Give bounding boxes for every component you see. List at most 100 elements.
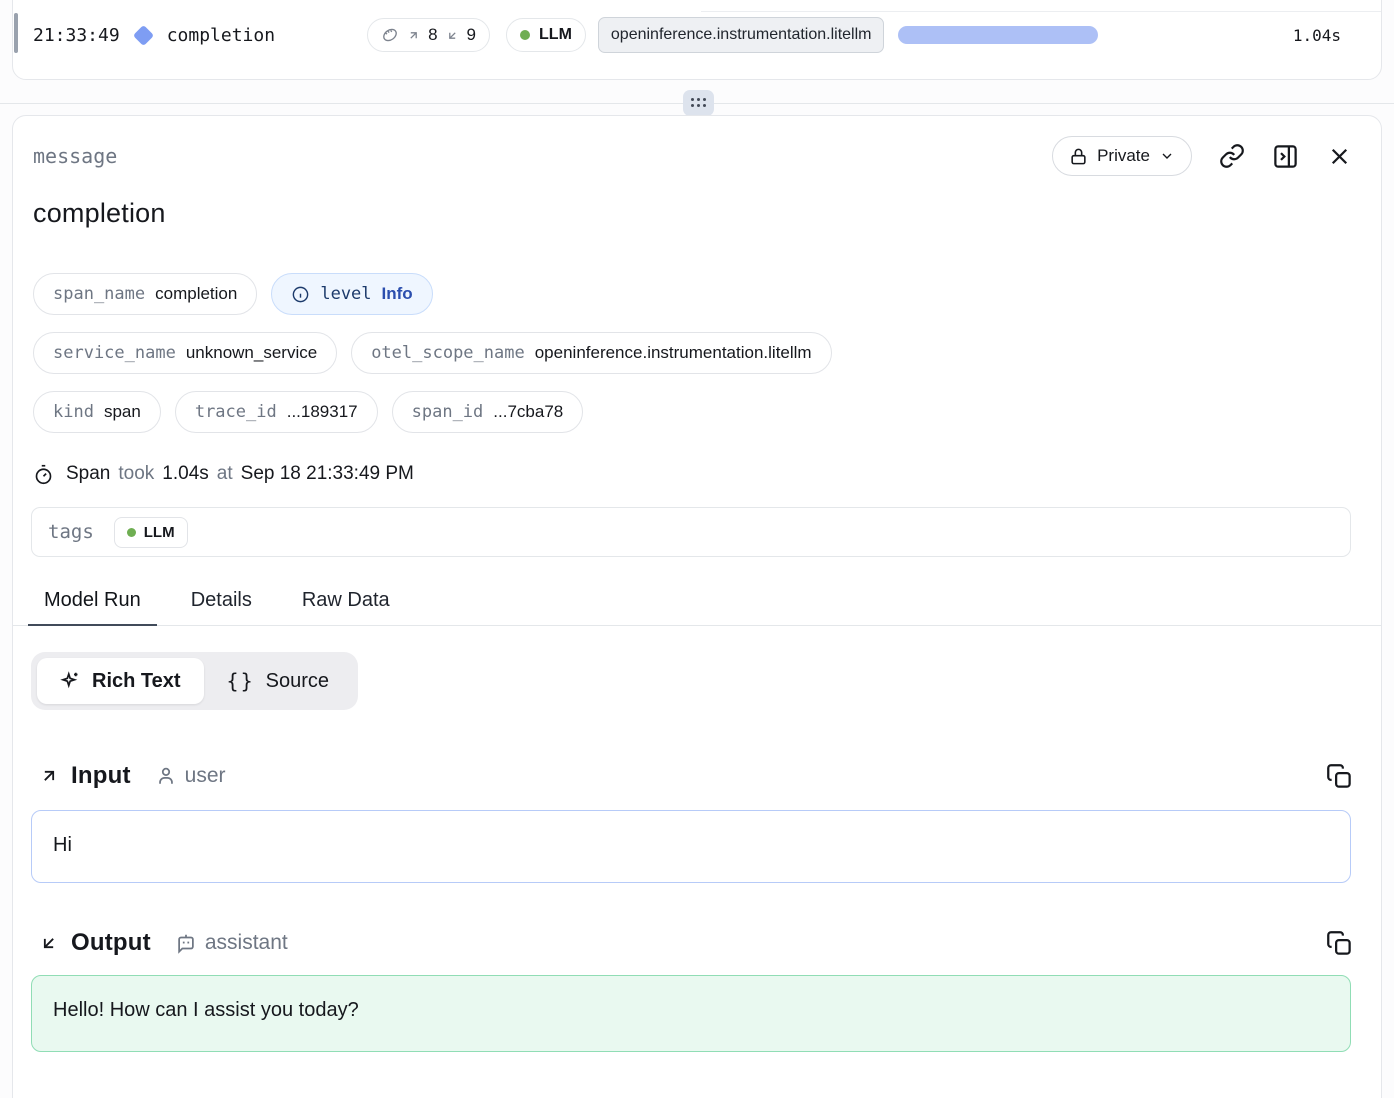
otel-scope-name-badge[interactable]: otel_scope_name openinference.instrument…: [351, 332, 831, 374]
input-content-box: Hi: [31, 810, 1351, 883]
input-section-header: Input user: [39, 760, 1353, 792]
tab-raw-data[interactable]: Raw Data: [286, 583, 406, 626]
badge-row-1: span_name completion level Info: [33, 273, 1381, 315]
copy-output-button[interactable]: [1326, 930, 1353, 957]
otel-scope-badge: openinference.instrumentation.litellm: [598, 17, 885, 53]
badge-key: span_name: [53, 284, 145, 304]
kind-badge[interactable]: kind span: [33, 391, 161, 433]
input-role-label: user: [185, 764, 226, 788]
span-id-badge[interactable]: span_id ...7cba78: [392, 391, 584, 433]
tags-label: tags: [48, 521, 94, 543]
copy-icon: [1326, 763, 1353, 790]
output-role: assistant: [175, 931, 288, 955]
panel-header: message Private: [33, 136, 1353, 176]
arrow-down-left-icon: [446, 29, 459, 42]
badge-key: kind: [53, 402, 94, 422]
trace-id-badge[interactable]: trace_id ...189317: [175, 391, 378, 433]
tag-dot-icon: [520, 30, 530, 40]
output-content: Hello! How can I assist you today?: [53, 999, 359, 1021]
output-content-box: Hello! How can I assist you today?: [31, 975, 1351, 1052]
chevron-down-icon: [1159, 148, 1175, 164]
tag-dot-icon: [127, 528, 136, 537]
badge-value: ...189317: [287, 402, 358, 422]
span-name-badge[interactable]: span_name completion: [33, 273, 257, 315]
badge-key: level: [320, 284, 371, 304]
tab-bar: Model Run Details Raw Data: [13, 583, 1381, 626]
tab-model-run[interactable]: Model Run: [28, 583, 157, 626]
copy-icon: [1326, 930, 1353, 957]
trace-view: 21:33:49 completion 8 9 LLM op: [0, 0, 1394, 1098]
copy-link-button[interactable]: [1219, 143, 1245, 169]
span-type-diamond-icon: [133, 24, 154, 45]
row-divider: [701, 11, 1381, 12]
span-timestamp: 21:33:49: [33, 25, 120, 46]
timing-span-word: Span: [66, 463, 110, 485]
input-role: user: [155, 764, 226, 788]
copy-input-button[interactable]: [1326, 763, 1353, 790]
tags-box[interactable]: tags LLM: [31, 507, 1351, 557]
badge-value: unknown_service: [186, 343, 317, 363]
list-scrollbar-thumb[interactable]: [14, 13, 18, 53]
span-row[interactable]: 21:33:49 completion 8 9 LLM op: [13, 13, 1381, 57]
lock-icon: [1069, 147, 1088, 166]
timer-icon: [33, 464, 54, 485]
level-badge[interactable]: level Info: [271, 273, 432, 315]
badge-key: service_name: [53, 343, 176, 363]
token-icon: [381, 26, 399, 44]
timing-duration: 1.04s: [162, 463, 208, 485]
view-mode-toggle: Rich Text {} Source: [31, 652, 358, 710]
info-icon: [291, 285, 310, 304]
span-type-label: message: [33, 144, 117, 168]
badge-row-3: kind span trace_id ...189317 span_id ...…: [33, 391, 1381, 433]
tag-chip-llm[interactable]: LLM: [114, 517, 188, 548]
panel-right-icon: [1272, 143, 1299, 170]
view-mode-label: Rich Text: [92, 670, 181, 693]
sparkles-icon: [60, 671, 81, 692]
arrow-down-left-icon: [39, 933, 59, 953]
user-icon: [155, 765, 177, 787]
badge-key: otel_scope_name: [371, 343, 525, 363]
arrow-up-right-icon: [407, 29, 420, 42]
span-detail-panel: message Private: [12, 115, 1382, 1098]
privacy-dropdown-button[interactable]: Private: [1052, 136, 1192, 176]
span-timing-line: Span took 1.04s at Sep 18 21:33:49 PM: [33, 463, 1381, 485]
input-heading: Input: [71, 762, 131, 790]
output-role-label: assistant: [205, 931, 288, 955]
tab-details[interactable]: Details: [175, 583, 268, 626]
badge-value: completion: [155, 284, 237, 304]
link-icon: [1219, 143, 1245, 169]
service-name-badge[interactable]: service_name unknown_service: [33, 332, 337, 374]
badge-value: openinference.instrumentation.litellm: [535, 343, 812, 363]
span-title: completion: [33, 198, 1381, 229]
close-icon: [1326, 143, 1353, 170]
view-mode-source[interactable]: {} Source: [204, 658, 352, 704]
span-name: completion: [167, 25, 275, 46]
close-panel-button[interactable]: [1326, 143, 1353, 170]
expand-panel-button[interactable]: [1272, 143, 1299, 170]
duration-bar: [898, 26, 1098, 44]
token-count-badge: 8 9: [367, 18, 490, 52]
output-heading: Output: [71, 929, 151, 957]
tag-chip-label: LLM: [144, 524, 175, 541]
badge-value: ...7cba78: [493, 402, 563, 422]
grip-dots-icon: [691, 98, 707, 108]
row-tag-badge: LLM: [506, 18, 586, 52]
privacy-label: Private: [1097, 146, 1150, 166]
input-content: Hi: [53, 834, 72, 856]
timing-took-word: took: [118, 463, 154, 485]
badge-key: trace_id: [195, 402, 277, 422]
trace-list-card: 21:33:49 completion 8 9 LLM op: [12, 0, 1382, 80]
timing-at-word: at: [217, 463, 233, 485]
assistant-bot-icon: [175, 932, 197, 954]
badge-value: Info: [382, 284, 413, 304]
badge-row-2: service_name unknown_service otel_scope_…: [33, 332, 1381, 374]
duration-text: 1.04s: [1293, 26, 1341, 45]
tokens-in: 8: [428, 25, 437, 45]
row-tag-label: LLM: [539, 26, 572, 44]
view-mode-rich-text[interactable]: Rich Text: [37, 658, 204, 704]
view-mode-label: Source: [266, 670, 329, 693]
badge-value: span: [104, 402, 141, 422]
timing-datetime: Sep 18 21:33:49 PM: [241, 463, 414, 485]
resize-drag-handle[interactable]: [683, 90, 714, 116]
arrow-up-right-icon: [39, 766, 59, 786]
